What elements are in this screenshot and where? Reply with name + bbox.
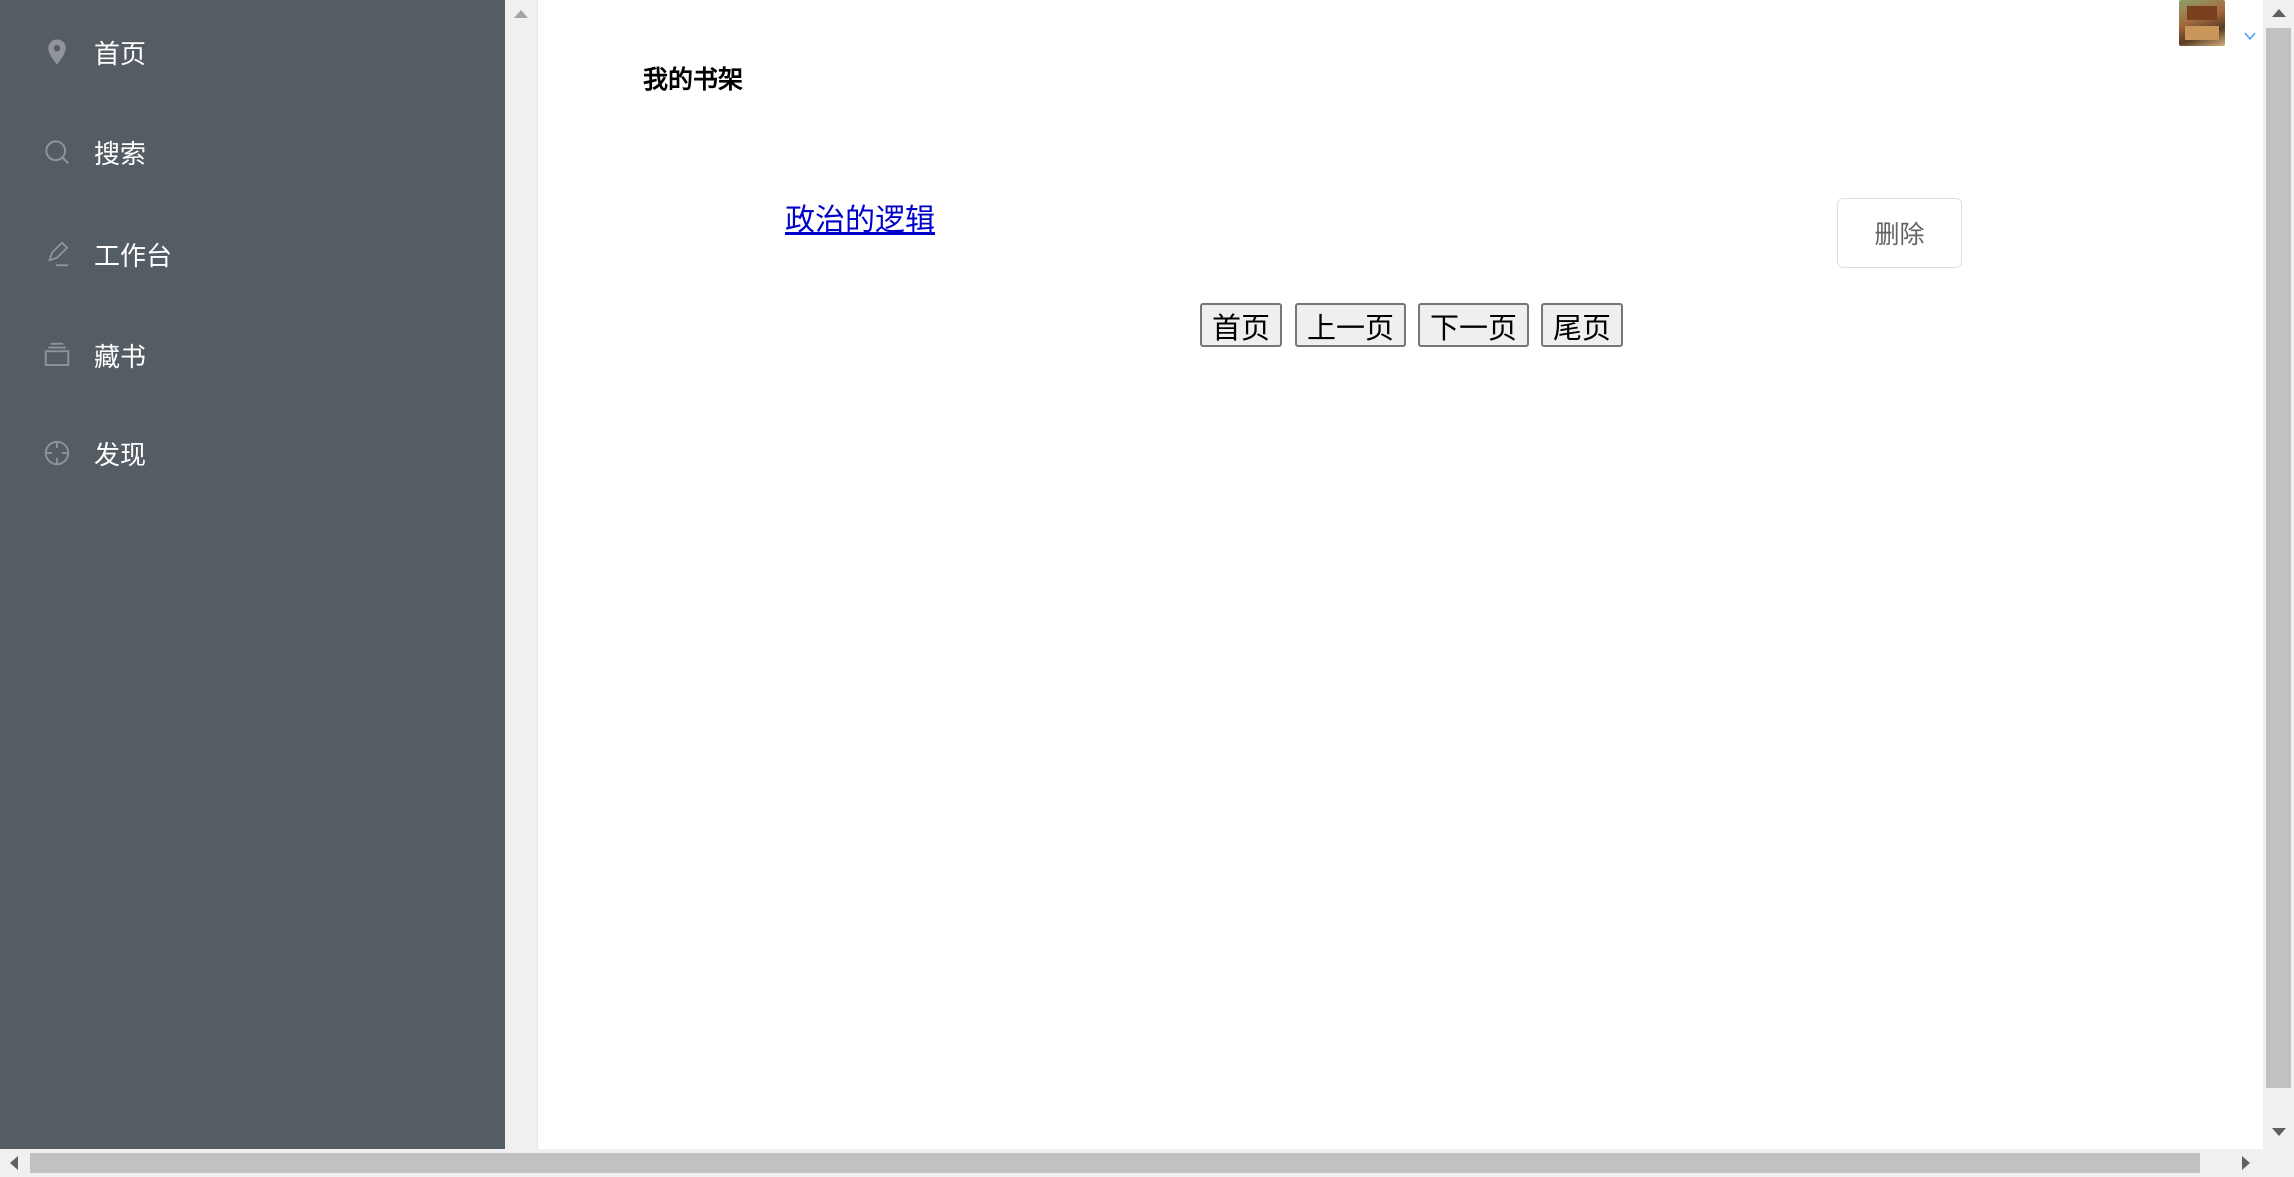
sidebar-item-label: 工作台	[94, 241, 173, 272]
book-title-link[interactable]: 政治的逻辑	[785, 195, 935, 239]
main-content: 我的书架 政治的逻辑 删除 首页 上一页 下一页 尾页	[538, 0, 2263, 1149]
scrollbar-thumb[interactable]	[30, 1153, 2200, 1173]
scroll-right-arrow-icon[interactable]	[2242, 1156, 2250, 1170]
avatar-image-roof	[2187, 6, 2217, 20]
avatar[interactable]	[2179, 0, 2225, 46]
collection-icon	[40, 338, 74, 372]
sidebar-item-label: 首页	[94, 39, 147, 70]
sidebar-item-collection[interactable]: 藏书	[0, 325, 505, 385]
scroll-up-arrow-icon[interactable]	[2272, 9, 2286, 17]
sidebar-menu: 首页 搜索 工作台 藏书 发现	[0, 0, 505, 1149]
next-page-button[interactable]: 下一页	[1418, 303, 1530, 347]
sidebar-item-label: 搜索	[94, 139, 147, 170]
prev-page-button[interactable]: 上一页	[1295, 303, 1407, 347]
pagination: 首页 上一页 下一页 尾页	[538, 303, 2263, 347]
page-title: 我的书架	[643, 65, 744, 94]
sidebar-item-label: 发现	[94, 440, 147, 471]
location-icon	[40, 35, 74, 69]
app-window: 首页 搜索 工作台 藏书 发现 我的书架 政治的逻辑 删除 首页 上一页 下一页…	[0, 0, 2294, 1177]
discover-icon	[40, 436, 74, 470]
sidebar-item-label: 藏书	[94, 342, 147, 373]
scroll-up-arrow-icon[interactable]	[514, 10, 528, 18]
chevron-down-icon[interactable]	[2243, 28, 2257, 42]
first-page-button[interactable]: 首页	[1200, 303, 1283, 347]
scroll-left-arrow-icon[interactable]	[10, 1156, 18, 1170]
search-icon	[40, 135, 74, 169]
sidebar-item-discover[interactable]: 发现	[0, 423, 505, 483]
sidebar-item-workbench[interactable]: 工作台	[0, 224, 505, 284]
edit-icon	[40, 237, 74, 271]
horizontal-scrollbar[interactable]	[0, 1149, 2294, 1177]
content-scrollbar[interactable]	[505, 0, 538, 1149]
delete-button[interactable]: 删除	[1837, 198, 1962, 268]
last-page-button[interactable]: 尾页	[1541, 303, 1624, 347]
scrollbar-thumb[interactable]	[2266, 28, 2291, 1088]
sidebar-item-search[interactable]: 搜索	[0, 122, 505, 182]
avatar-image-base	[2185, 26, 2219, 40]
vertical-scrollbar[interactable]	[2263, 0, 2294, 1149]
scroll-down-arrow-icon[interactable]	[2272, 1128, 2286, 1136]
sidebar-item-home[interactable]: 首页	[0, 22, 505, 82]
